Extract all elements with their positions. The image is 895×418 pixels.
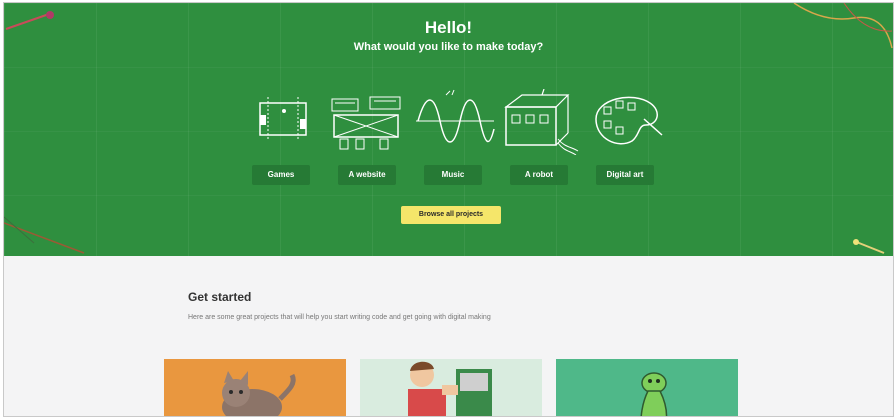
category-robot-button[interactable]: A robot — [510, 165, 568, 185]
boy-with-device-illustration-icon — [408, 361, 492, 416]
get-started-heading: Get started — [188, 290, 252, 304]
game-board-icon — [259, 97, 307, 141]
category-digital-art-button[interactable]: Digital art — [596, 165, 654, 185]
wire-decoration-icon — [793, 3, 893, 49]
clip-decoration-icon — [853, 239, 885, 254]
category-list: Games A website Music A robot Digital ar… — [244, 89, 674, 189]
website-buildings-icon — [331, 96, 401, 150]
category-website[interactable]: A website — [330, 89, 402, 189]
category-digital-art[interactable]: Digital art — [588, 89, 663, 189]
paint-palette-icon — [595, 96, 663, 145]
cat-illustration-icon — [222, 371, 296, 416]
sound-wave-icon — [416, 89, 495, 143]
category-website-button[interactable]: A website — [338, 165, 396, 185]
browse-all-projects-button[interactable]: Browse all projects — [401, 206, 501, 224]
hero-banner: Hello! What would you like to make today… — [4, 3, 893, 256]
get-started-description: Here are some great projects that will h… — [188, 314, 491, 321]
category-games-button[interactable]: Games — [252, 165, 310, 185]
robot-icon — [504, 89, 579, 155]
page-frame: Hello! What would you like to make today… — [3, 2, 894, 417]
turtle-illustration-icon — [640, 372, 668, 416]
category-music-button[interactable]: Music — [424, 165, 482, 185]
hero-title: Hello! — [424, 18, 473, 37]
hero-subtitle: What would you like to make today? — [353, 41, 544, 53]
category-robot[interactable]: A robot — [502, 89, 579, 189]
turtle-project-card[interactable] — [556, 359, 738, 416]
category-music[interactable]: Music — [416, 89, 495, 189]
cat-project-card[interactable] — [164, 359, 346, 416]
category-games[interactable]: Games — [244, 89, 316, 189]
boy-project-card[interactable] — [360, 359, 542, 416]
ruler-decoration-icon — [4, 216, 85, 254]
project-cards — [164, 359, 744, 416]
